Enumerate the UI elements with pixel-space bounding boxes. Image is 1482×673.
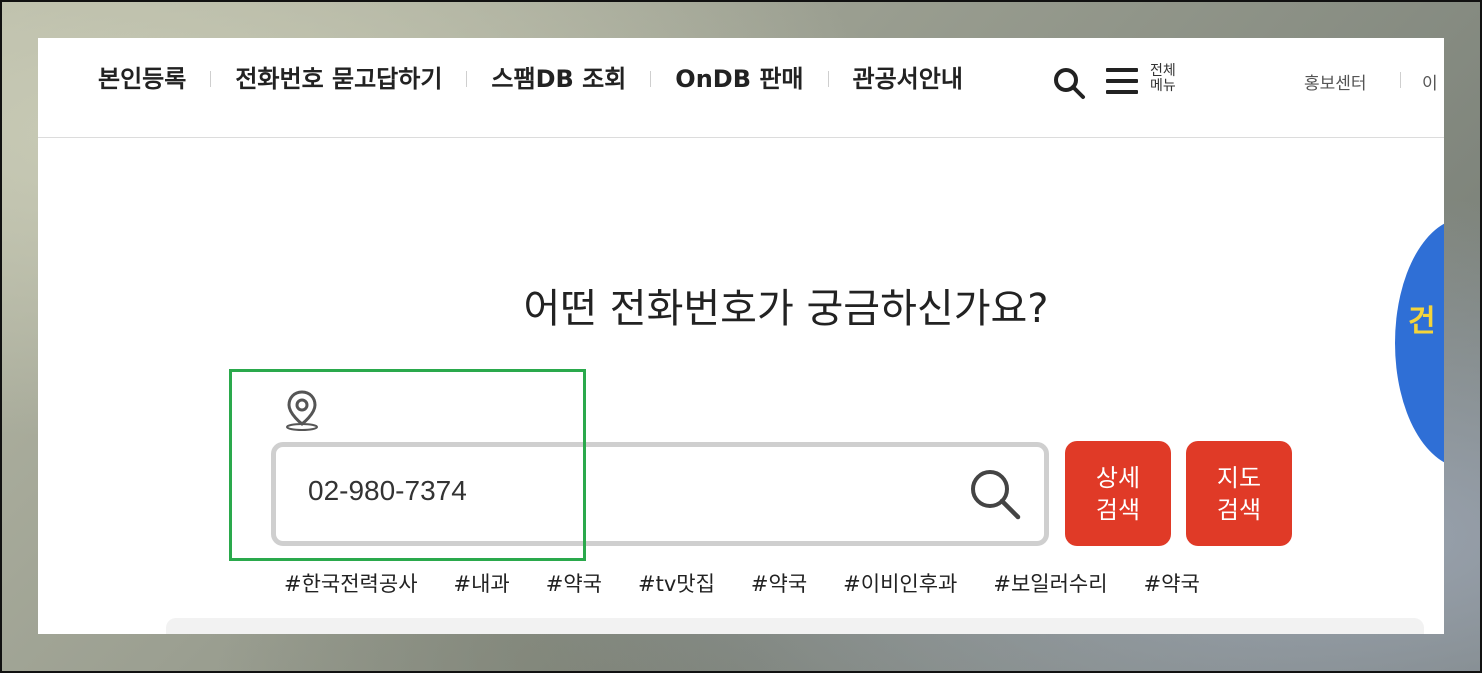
nav-item-register[interactable]: 본인등록	[98, 62, 186, 96]
tag-link[interactable]: #이비인후과	[843, 568, 957, 598]
map-search-button[interactable]: 지도 검색	[1186, 441, 1292, 546]
nav-item-phone-qna[interactable]: 전화번호 묻고답하기	[235, 62, 442, 96]
nav-divider	[827, 71, 829, 87]
detail-search-button[interactable]: 상세 검색	[1065, 441, 1171, 546]
popular-tags: #한국전력공사 #내과 #약국 #tv맛집 #약국 #이비인후과 #보일러수리 …	[284, 568, 1236, 598]
map-search-label: 지도 검색	[1216, 463, 1262, 524]
page-title: 어떤 전화번호가 궁금하신가요?	[523, 286, 1049, 332]
search-icon[interactable]	[1052, 66, 1086, 100]
detail-search-label: 상세 검색	[1095, 463, 1141, 524]
tag-link[interactable]: #보일러수리	[993, 568, 1107, 598]
nav-divider	[466, 71, 468, 87]
highlight-box	[229, 369, 586, 561]
hamburger-menu-icon[interactable]	[1106, 68, 1138, 96]
content-banner	[166, 618, 1424, 634]
all-menu-label[interactable]: 전체 메뉴	[1150, 64, 1190, 94]
tag-link[interactable]: #tv맛집	[638, 568, 715, 598]
tag-link[interactable]: #약국	[751, 568, 807, 598]
nav-divider	[210, 71, 212, 87]
nav-menu: 본인등록 전화번호 묻고답하기 스팸DB 조회 OnDB 판매 관공서안내	[98, 62, 963, 96]
nav-item-ondb-sales[interactable]: OnDB 판매	[675, 62, 803, 96]
util-link-truncated[interactable]: 이	[1422, 69, 1438, 94]
promo-center-link[interactable]: 홍보센터	[1304, 69, 1367, 94]
tag-link[interactable]: #약국	[546, 568, 602, 598]
tag-link[interactable]: #내과	[454, 568, 510, 598]
side-promo-banner[interactable]	[1395, 218, 1444, 468]
util-divider	[1400, 72, 1401, 88]
side-promo-text: 건	[1408, 304, 1436, 339]
tag-link[interactable]: #약국	[1144, 568, 1200, 598]
nav-divider	[650, 71, 652, 87]
search-submit-icon[interactable]	[966, 465, 1024, 523]
nav-item-public-office[interactable]: 관공서안내	[853, 62, 963, 96]
top-navigation: 본인등록 전화번호 묻고답하기 스팸DB 조회 OnDB 판매 관공서안내 전체…	[38, 38, 1444, 138]
nav-item-spam-db[interactable]: 스팸DB 조회	[491, 62, 626, 96]
tag-link[interactable]: #한국전력공사	[284, 568, 418, 598]
